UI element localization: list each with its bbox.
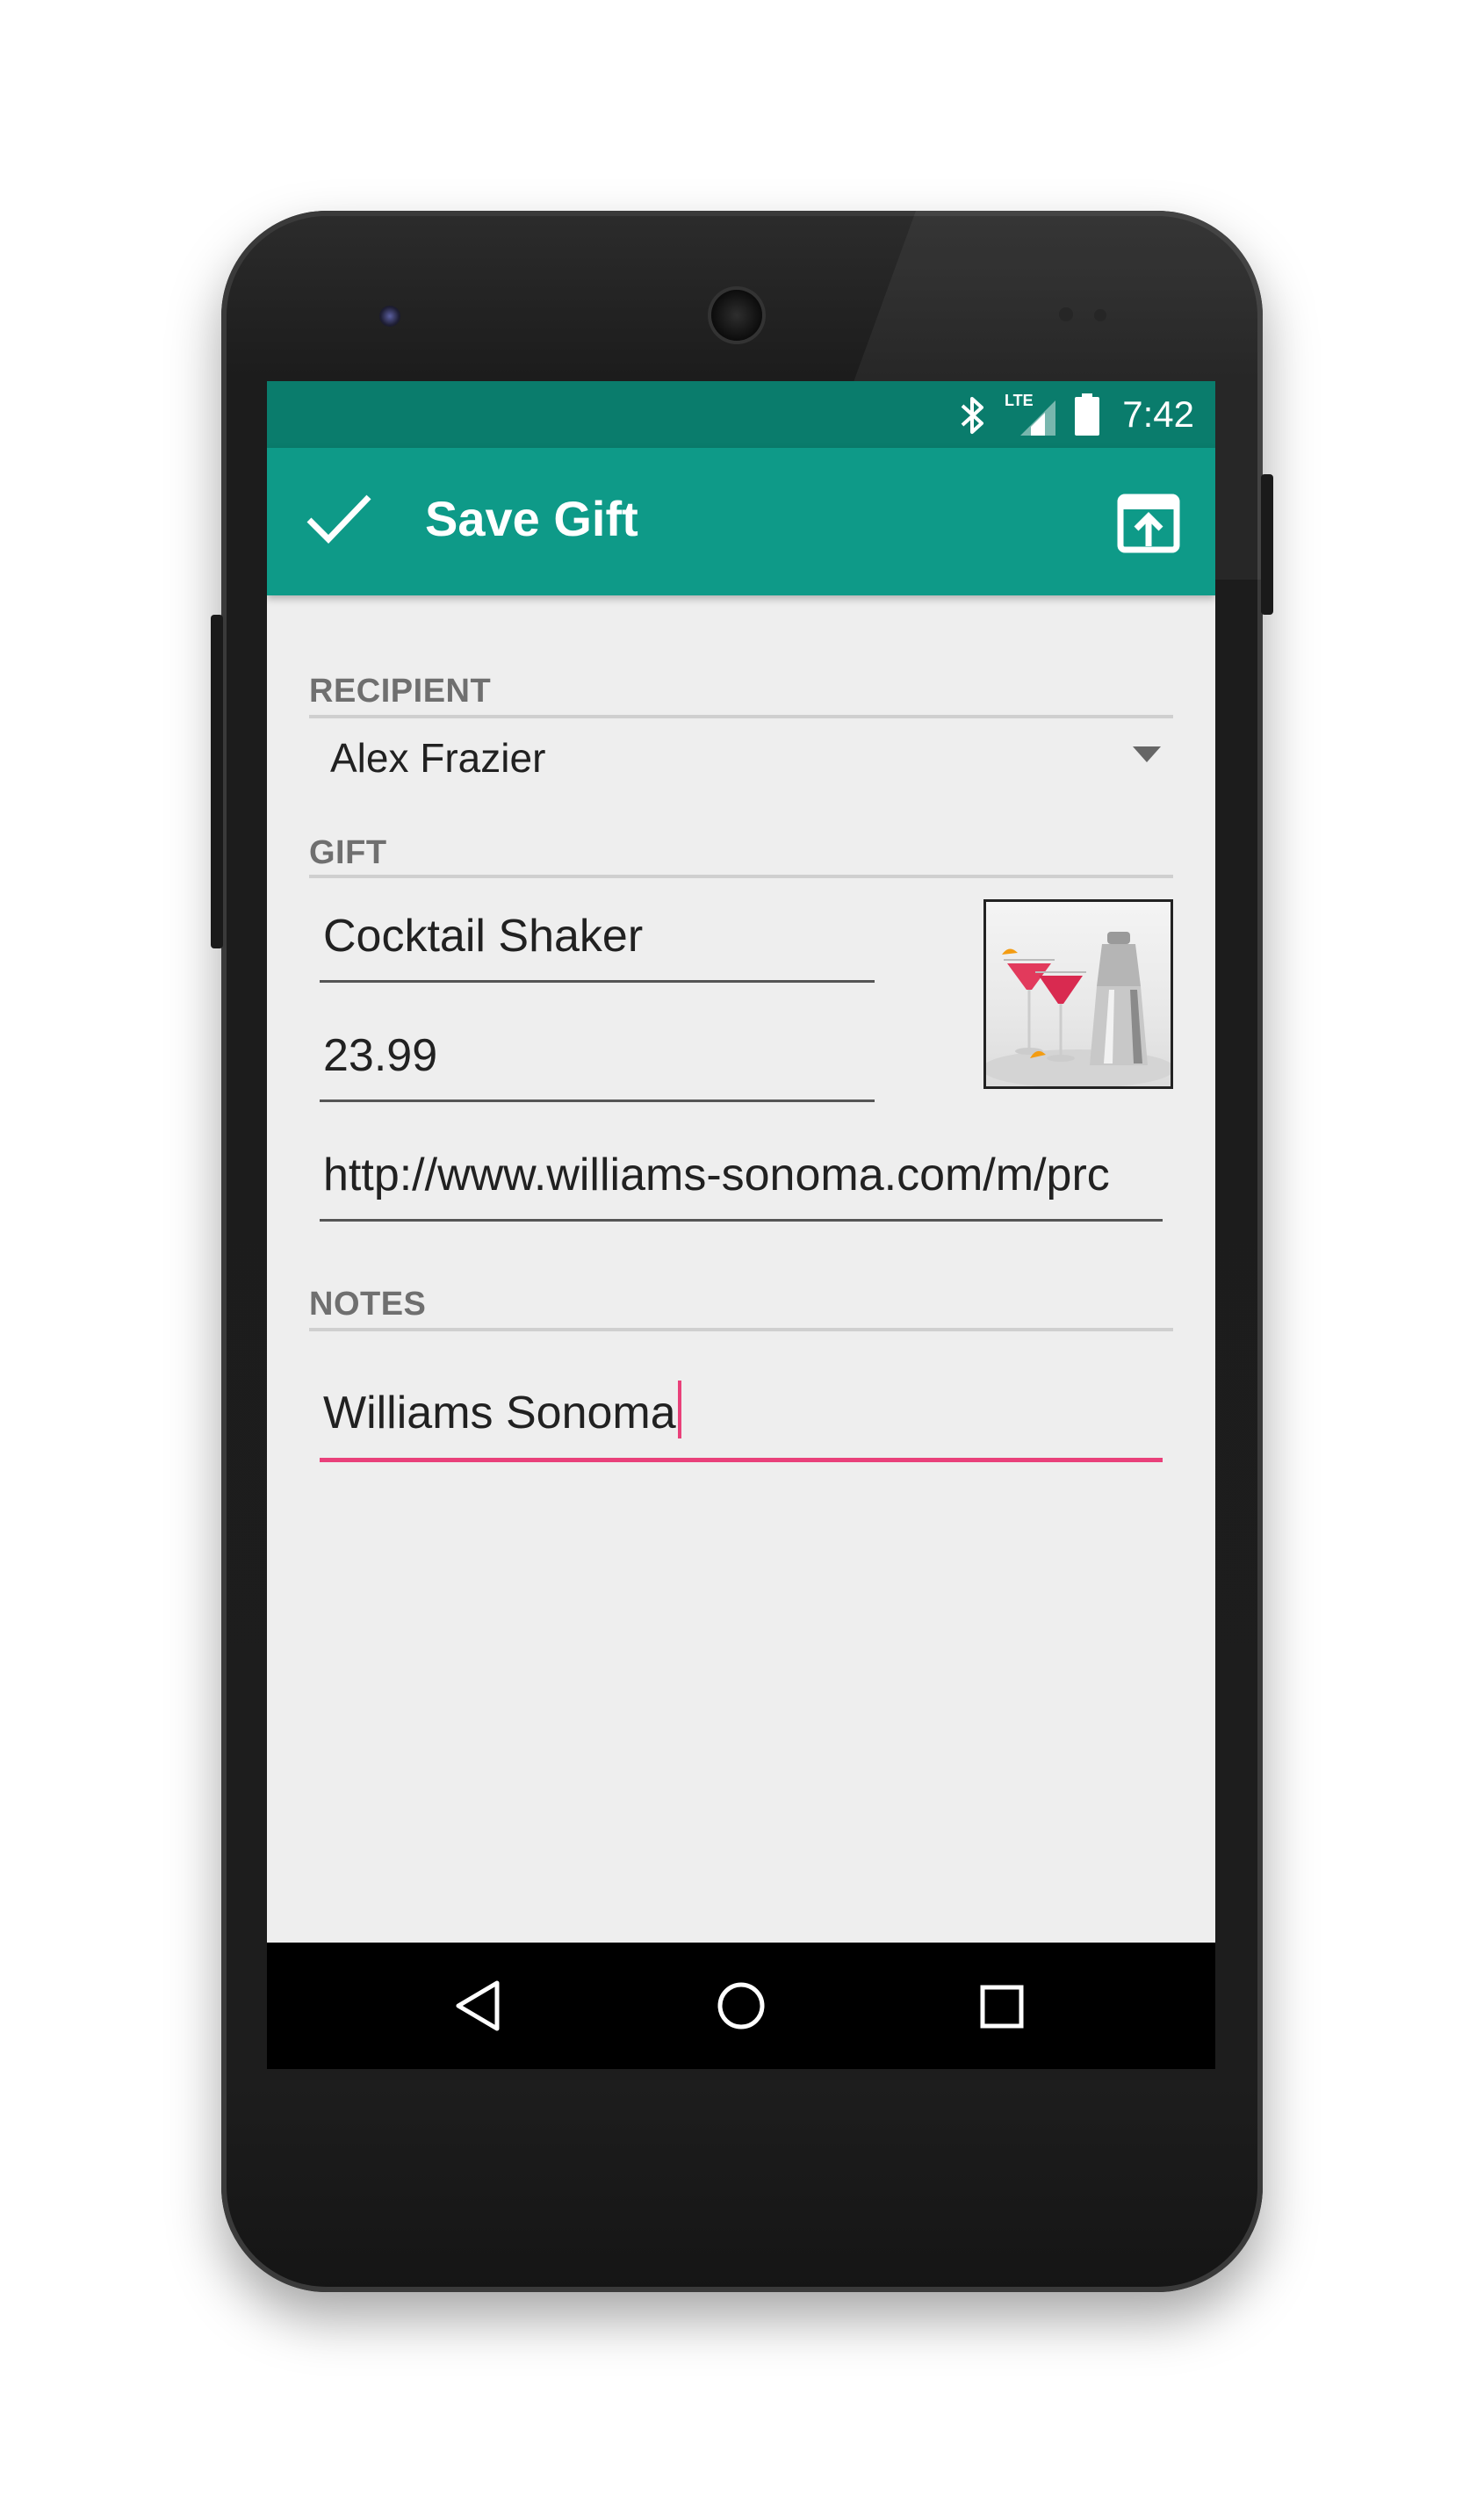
power-button xyxy=(1261,474,1273,615)
gift-name-value: Cocktail Shaker xyxy=(323,911,644,962)
gift-url-field[interactable]: http://www.williams-sonoma.com/m/prc xyxy=(320,1145,1163,1226)
notes-divider xyxy=(309,1328,1173,1331)
gift-name-field[interactable]: Cocktail Shaker xyxy=(320,906,875,987)
gift-price-value: 23.99 xyxy=(323,1030,438,1081)
signal-icon xyxy=(1020,400,1055,440)
back-triangle-icon[interactable] xyxy=(453,1979,502,2037)
chevron-down-icon xyxy=(1133,746,1161,768)
gift-url-value: http://www.williams-sonoma.com/m/prc xyxy=(323,1150,1110,1200)
gift-divider xyxy=(309,875,1173,878)
earpiece-speaker xyxy=(711,290,762,341)
gift-price-underline xyxy=(320,1099,875,1102)
home-circle-icon[interactable] xyxy=(717,1981,766,2035)
app-bar: Save Gift xyxy=(267,448,1215,595)
recents-square-icon[interactable] xyxy=(980,1985,1024,2033)
notes-underline-focused xyxy=(320,1458,1163,1462)
notes-field[interactable]: Williams Sonoma xyxy=(320,1377,1163,1465)
battery-icon xyxy=(1075,393,1099,440)
text-cursor xyxy=(677,1381,681,1438)
share-upload-icon[interactable] xyxy=(1117,494,1180,558)
status-bar: LTE 7:42 xyxy=(267,381,1215,448)
bluetooth-icon xyxy=(959,395,987,440)
notes-text: Williams Sonoma xyxy=(323,1388,676,1438)
light-sensor xyxy=(1094,309,1106,321)
navigation-bar xyxy=(267,1943,1215,2069)
screen: LTE 7:42 Save Gift RECIPIENT Alex Frazie… xyxy=(267,381,1215,2069)
proximity-sensor xyxy=(1059,307,1073,321)
gift-name-underline xyxy=(320,980,875,983)
gift-label: GIFT xyxy=(309,834,387,871)
volume-button xyxy=(211,615,223,948)
recipient-value: Alex Frazier xyxy=(330,735,546,781)
recipient-spinner[interactable]: Alex Frazier xyxy=(309,722,1173,796)
front-camera xyxy=(379,306,400,327)
notes-value: Williams Sonoma xyxy=(323,1381,681,1439)
check-icon[interactable] xyxy=(306,492,372,549)
gift-url-underline xyxy=(320,1219,1163,1222)
page-title: Save Gift xyxy=(425,491,638,546)
gift-photo[interactable] xyxy=(983,899,1173,1089)
recipient-divider xyxy=(309,715,1173,718)
notes-label: NOTES xyxy=(309,1286,427,1323)
recipient-label: RECIPIENT xyxy=(309,673,492,710)
gift-price-field[interactable]: 23.99 xyxy=(320,1026,875,1107)
status-time: 7:42 xyxy=(1122,393,1194,435)
